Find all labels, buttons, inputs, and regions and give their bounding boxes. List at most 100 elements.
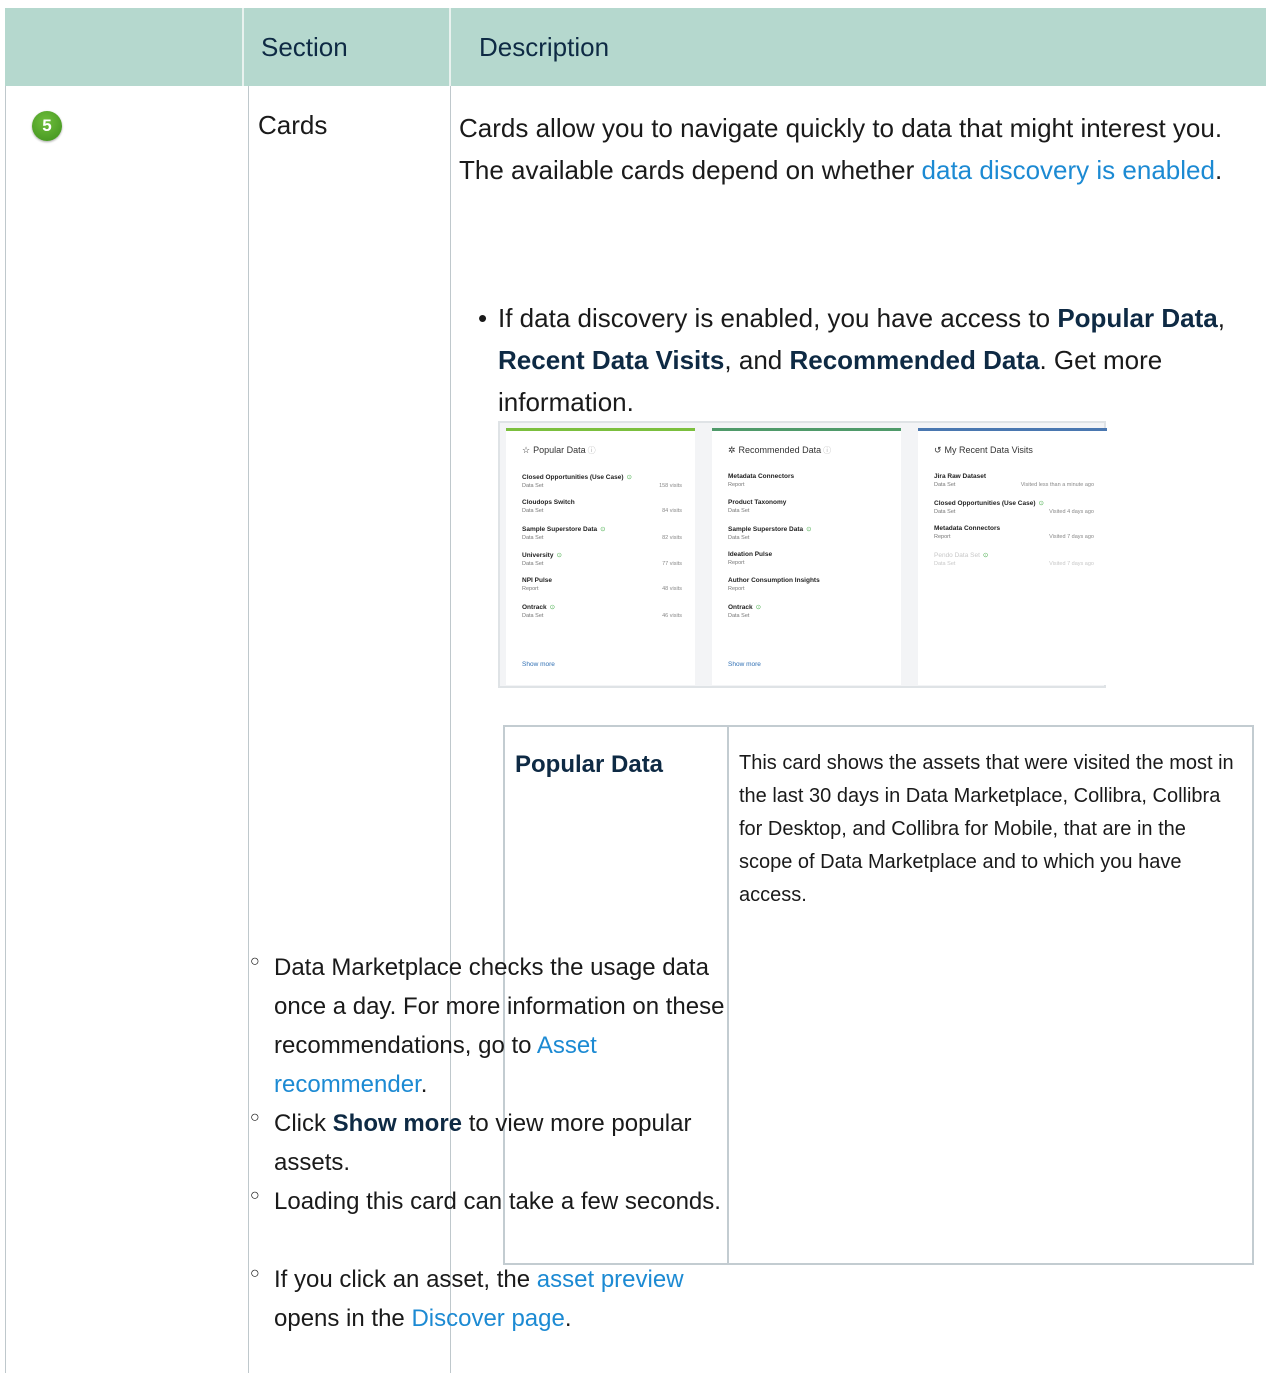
asset-name: Ontrack ⊙ [728, 603, 888, 611]
asset-type: Report [522, 586, 539, 592]
card-list-item[interactable]: Metadata Connectors Report Visited 7 days … [934, 525, 1094, 540]
bold-recent-data-visits: Recent Data Visits [498, 345, 725, 375]
certified-check-icon: ⊙ [556, 552, 562, 559]
card-list-item[interactable]: Author Consumption Insights Report [728, 577, 888, 592]
asset-name: Closed Opportunities (Use Case) ⊙ [934, 499, 1094, 507]
card-list-item[interactable]: Cloudops Switch Data Set 84 visits [522, 499, 682, 514]
asset-visits: 46 visits [662, 613, 682, 619]
asset-name-text: Metadata Connectors [934, 525, 1001, 532]
lightbulb-icon: ✲ [728, 445, 736, 455]
card-accent-bar [712, 428, 901, 431]
card-list-item[interactable]: Ontrack ⊙ Data Set 46 visits [522, 603, 682, 619]
certified-check-icon: ⊙ [1038, 500, 1044, 507]
asset-type: Data Set [522, 613, 544, 619]
card-accent-bar [506, 428, 695, 431]
term-popular-data: Popular Data [515, 751, 664, 778]
asset-preview-link[interactable]: asset preview [537, 1266, 684, 1293]
asset-visits: Visited 7 days ago [1049, 534, 1094, 540]
card-list-item[interactable]: NPI Pulse Report 48 visits [522, 577, 682, 592]
asset-visits: 77 visits [662, 561, 682, 567]
certified-check-icon: ⊙ [549, 604, 556, 611]
certified-check-icon: ⊙ [982, 552, 989, 559]
asset-type: Data Set [728, 508, 750, 514]
asset-name: Ideation Pulse [728, 551, 888, 558]
sub-text: Click [274, 1110, 333, 1137]
card-title-text: Popular Data [533, 445, 586, 455]
history-icon: ↺ [934, 445, 942, 455]
certified-check-icon: ⊙ [806, 526, 812, 533]
sub-text: . [420, 1071, 428, 1098]
asset-visits: 48 visits [662, 586, 682, 592]
asset-name: Cloudops Switch [522, 499, 682, 506]
card-list-item[interactable]: Ontrack ⊙ Data Set [728, 603, 888, 619]
sub-text: opens in the [274, 1305, 412, 1332]
column-divider [248, 86, 249, 1373]
asset-name: Author Consumption Insights [728, 577, 888, 584]
asset-name-text: Pendo Data Set [934, 552, 980, 559]
certified-check-icon: ⊙ [626, 474, 632, 481]
card-list-item[interactable]: University ⊙ Data Set 77 visits [522, 551, 682, 567]
asset-visits: 82 visits [662, 535, 682, 541]
card-list-item[interactable]: Closed Opportunities (Use Case) ⊙ Data Set… [522, 473, 682, 489]
asset-name-text: University [522, 552, 554, 559]
asset-type: Data Set [522, 561, 544, 567]
card-list-item[interactable]: Closed Opportunities (Use Case) ⊙ Data Set… [934, 499, 1094, 515]
card-list-item[interactable]: Product Taxonomy Data Set [728, 499, 888, 514]
asset-name-text: Author Consumption Insights [728, 577, 820, 584]
asset-name-text: Sample Superstore Data [728, 526, 804, 533]
asset-type: Report [728, 482, 745, 488]
asset-name-text: Ontrack [728, 604, 753, 611]
card-list-item[interactable]: Jira Raw Dataset Data Set Visited less tha… [934, 473, 1094, 488]
discover-page-link[interactable]: Discover page [411, 1305, 564, 1332]
sub-bullet-circle: ○ [250, 953, 260, 970]
asset-name: Jira Raw Dataset [934, 473, 1094, 480]
asset-type: Data Set [522, 483, 544, 489]
intro-line-2: The available cards depend on whether da… [459, 149, 1249, 191]
sub-bullet-text: Data Marketplace checks the usage data o… [274, 948, 739, 1104]
asset-name-text: Closed Opportunities (Use Case) [522, 474, 624, 481]
asset-visits: Visited less than a minute ago [1020, 482, 1094, 488]
asset-name-text: Closed Opportunities (Use Case) [934, 500, 1036, 507]
asset-name: Ontrack ⊙ [522, 603, 682, 611]
card-list-item[interactable]: Sample Superstore Data ⊙ Data Set [728, 525, 888, 541]
asset-name-text: Ideation Pulse [728, 551, 773, 558]
asset-type: Report [728, 586, 745, 592]
card-popular-data: ☆ Popular Data ⓘ Closed Opportunities (Use … [506, 428, 695, 685]
header-description: Description [479, 32, 610, 62]
bullet-text-part: If data discovery is enabled, you have a… [498, 303, 1058, 333]
asset-name: University ⊙ [522, 551, 682, 559]
table-header: Section Description [5, 8, 1266, 86]
asset-name: Pendo Data Set ⊙ [934, 551, 1094, 559]
intro-text: The available cards depend on whether [459, 155, 922, 185]
card-list-item[interactable]: Pendo Data Set ⊙ Data Set Visited 7 days ag… [934, 551, 1094, 567]
show-more-link[interactable]: Show more [522, 661, 555, 668]
step-badge: 5 [32, 111, 62, 141]
card-accent-bar [918, 428, 1107, 431]
term-definition: This card shows the assets that were vis… [739, 752, 1234, 906]
info-icon[interactable]: ⓘ [823, 446, 831, 455]
asset-type: Data Set [728, 535, 750, 541]
bullet-text: If data discovery is enabled, you have a… [498, 297, 1238, 423]
card-list-item[interactable]: Sample Superstore Data ⊙ Data Set 82 visits [522, 525, 682, 541]
card-recent-data-visits: ↺ My Recent Data Visits Jira Raw Dataset Da… [918, 428, 1107, 685]
asset-visits: Visited 7 days ago [1049, 561, 1094, 567]
asset-type: Data Set [728, 613, 750, 619]
asset-name-text: Cloudops Switch [522, 499, 575, 506]
sub-text: If you click an asset, the [274, 1266, 537, 1293]
card-recommended-data: ✲ Recommended Data ⓘ Metadata Connectors Rep… [712, 428, 901, 685]
sub-bullet-text: Click Show more to view more popular ass… [274, 1104, 739, 1182]
asset-name: Sample Superstore Data ⊙ [728, 525, 888, 533]
card-title-text: My Recent Data Visits [944, 445, 1033, 455]
bullet-dot: • [478, 303, 488, 333]
asset-type: Data Set [522, 535, 544, 541]
asset-name-text: Jira Raw Dataset [934, 473, 987, 480]
info-icon[interactable]: ⓘ [588, 446, 596, 455]
star-icon: ☆ [522, 445, 531, 455]
asset-type: Report [728, 560, 745, 566]
show-more-link[interactable]: Show more [728, 661, 761, 668]
card-list-item[interactable]: Ideation Pulse Report [728, 551, 888, 566]
asset-type: Data Set [522, 508, 544, 514]
certified-check-icon: ⊙ [600, 526, 606, 533]
card-list-item[interactable]: Metadata Connectors Report [728, 473, 888, 488]
data-discovery-link[interactable]: data discovery is enabled [922, 155, 1215, 185]
